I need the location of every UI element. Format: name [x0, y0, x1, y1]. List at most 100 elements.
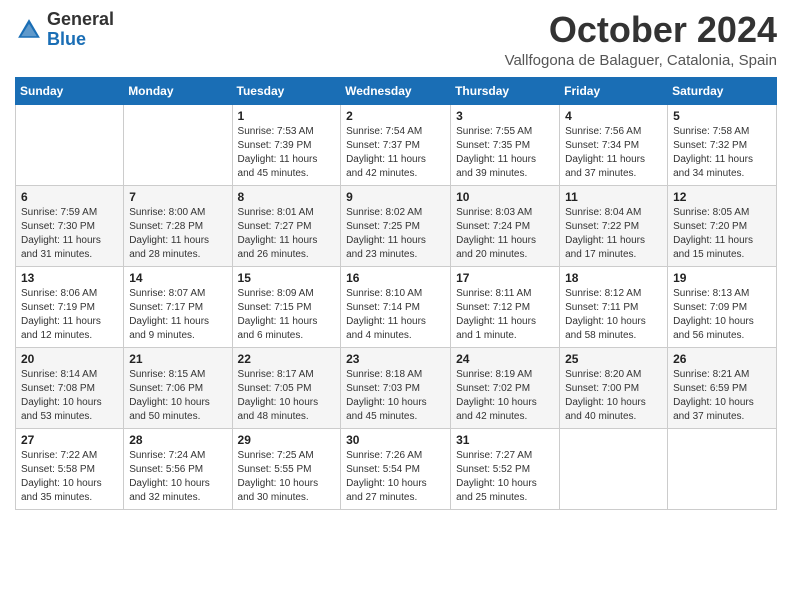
table-row: 29 Sunrise: 7:25 AMSunset: 5:55 PMDayligh…: [232, 428, 341, 509]
col-thursday: Thursday: [451, 77, 560, 104]
table-row: 30Sunrise: 7:26 AMSunset: 5:54 PMDayligh…: [341, 428, 451, 509]
table-row: 3 Sunrise: 7:55 AMSunset: 7:35 PMDaylight…: [451, 104, 560, 185]
day-info: Sunrise: 8:02 AMSunset: 7:25 PMDaylight:…: [346, 206, 445, 262]
day-info: Sunrise: 8:20 AMSunset: 7:00 PMDaylight:…: [565, 368, 662, 424]
day-number: 22: [238, 352, 336, 366]
day-info: Sunrise: 7:53 AMSunset: 7:39 PMDaylight:…: [238, 125, 336, 181]
col-wednesday: Wednesday: [341, 77, 451, 104]
col-friday: Friday: [560, 77, 668, 104]
calendar-table: Sunday Monday Tuesday Wednesday Thursday…: [15, 77, 777, 510]
day-info: Sunrise: 7:25 AMSunset: 5:55 PMDaylight:…: [238, 449, 336, 505]
day-info: Sunrise: 7:22 AMSunset: 5:58 PMDaylight:…: [21, 449, 118, 505]
table-row: 12Sunrise: 8:05 AMSunset: 7:20 PMDayligh…: [668, 185, 777, 266]
calendar-week-1: 1Sunrise: 7:53 AMSunset: 7:39 PMDaylight…: [16, 104, 777, 185]
table-row: 5 Sunrise: 7:58 AMSunset: 7:32 PMDaylight…: [668, 104, 777, 185]
table-row: 27 Sunrise: 7:22 AMSunset: 5:58 PMDayligh…: [16, 428, 124, 509]
day-number: 12: [673, 190, 771, 204]
day-info: Sunrise: 8:13 AMSunset: 7:09 PMDaylight:…: [673, 287, 771, 343]
day-number: 21: [129, 352, 226, 366]
day-number: 3: [456, 109, 554, 123]
day-number: 10: [456, 190, 554, 204]
table-row: 20 Sunrise: 8:14 AMSunset: 7:08 PMDayligh…: [16, 347, 124, 428]
table-row: 16 Sunrise: 8:10 AMSunset: 7:14 PMDayligh…: [341, 266, 451, 347]
table-row: 1Sunrise: 7:53 AMSunset: 7:39 PMDaylight…: [232, 104, 341, 185]
table-row: 14Sunrise: 8:07 AMSunset: 7:17 PMDayligh…: [124, 266, 232, 347]
calendar-header-row: Sunday Monday Tuesday Wednesday Thursday…: [16, 77, 777, 104]
day-number: 19: [673, 271, 771, 285]
day-number: 7: [129, 190, 226, 204]
day-info: Sunrise: 7:24 AMSunset: 5:56 PMDaylight:…: [129, 449, 226, 505]
calendar-week-5: 27 Sunrise: 7:22 AMSunset: 5:58 PMDayligh…: [16, 428, 777, 509]
day-number: 31: [456, 433, 554, 447]
day-info: Sunrise: 8:03 AMSunset: 7:24 PMDaylight:…: [456, 206, 554, 262]
day-info: Sunrise: 7:56 AMSunset: 7:34 PMDaylight:…: [565, 125, 662, 181]
table-row: 18Sunrise: 8:12 AMSunset: 7:11 PMDayligh…: [560, 266, 668, 347]
day-number: 18: [565, 271, 662, 285]
table-row: 31Sunrise: 7:27 AMSunset: 5:52 PMDayligh…: [451, 428, 560, 509]
table-row: 22 Sunrise: 8:17 AMSunset: 7:05 PMDayligh…: [232, 347, 341, 428]
col-sunday: Sunday: [16, 77, 124, 104]
table-row: [668, 428, 777, 509]
day-info: Sunrise: 8:14 AMSunset: 7:08 PMDaylight:…: [21, 368, 118, 424]
table-row: 23 Sunrise: 8:18 AMSunset: 7:03 PMDayligh…: [341, 347, 451, 428]
day-info: Sunrise: 8:11 AMSunset: 7:12 PMDaylight:…: [456, 287, 554, 343]
day-number: 5: [673, 109, 771, 123]
day-info: Sunrise: 8:01 AMSunset: 7:27 PMDaylight:…: [238, 206, 336, 262]
table-row: 4 Sunrise: 7:56 AMSunset: 7:34 PMDaylight…: [560, 104, 668, 185]
table-row: 15 Sunrise: 8:09 AMSunset: 7:15 PMDayligh…: [232, 266, 341, 347]
day-number: 23: [346, 352, 445, 366]
day-info: Sunrise: 8:07 AMSunset: 7:17 PMDaylight:…: [129, 287, 226, 343]
col-monday: Monday: [124, 77, 232, 104]
table-row: [124, 104, 232, 185]
table-row: 10 Sunrise: 8:03 AMSunset: 7:24 PMDayligh…: [451, 185, 560, 266]
day-number: 28: [129, 433, 226, 447]
table-row: 24 Sunrise: 8:19 AMSunset: 7:02 PMDayligh…: [451, 347, 560, 428]
table-row: [560, 428, 668, 509]
logo: General Blue: [15, 10, 114, 50]
day-number: 24: [456, 352, 554, 366]
day-number: 25: [565, 352, 662, 366]
table-row: 11 Sunrise: 8:04 AMSunset: 7:22 PMDayligh…: [560, 185, 668, 266]
month-title: October 2024: [505, 10, 777, 50]
day-info: Sunrise: 8:19 AMSunset: 7:02 PMDaylight:…: [456, 368, 554, 424]
day-number: 27: [21, 433, 118, 447]
day-number: 13: [21, 271, 118, 285]
day-info: Sunrise: 8:09 AMSunset: 7:15 PMDaylight:…: [238, 287, 336, 343]
day-number: 4: [565, 109, 662, 123]
day-info: Sunrise: 7:58 AMSunset: 7:32 PMDaylight:…: [673, 125, 771, 181]
logo-icon: [15, 16, 43, 44]
col-tuesday: Tuesday: [232, 77, 341, 104]
table-row: 13 Sunrise: 8:06 AMSunset: 7:19 PMDayligh…: [16, 266, 124, 347]
table-row: 28 Sunrise: 7:24 AMSunset: 5:56 PMDayligh…: [124, 428, 232, 509]
calendar-week-2: 6Sunrise: 7:59 AMSunset: 7:30 PMDaylight…: [16, 185, 777, 266]
table-row: 8 Sunrise: 8:01 AMSunset: 7:27 PMDaylight…: [232, 185, 341, 266]
logo-text: General Blue: [47, 10, 114, 50]
day-info: Sunrise: 7:26 AMSunset: 5:54 PMDaylight:…: [346, 449, 445, 505]
day-info: Sunrise: 8:10 AMSunset: 7:14 PMDaylight:…: [346, 287, 445, 343]
table-row: 21 Sunrise: 8:15 AMSunset: 7:06 PMDayligh…: [124, 347, 232, 428]
day-info: Sunrise: 8:04 AMSunset: 7:22 PMDaylight:…: [565, 206, 662, 262]
day-number: 17: [456, 271, 554, 285]
title-section: October 2024 Vallfogona de Balaguer, Cat…: [505, 10, 777, 69]
day-number: 2: [346, 109, 445, 123]
day-number: 11: [565, 190, 662, 204]
day-number: 15: [238, 271, 336, 285]
day-number: 29: [238, 433, 336, 447]
day-info: Sunrise: 8:15 AMSunset: 7:06 PMDaylight:…: [129, 368, 226, 424]
calendar-week-3: 13 Sunrise: 8:06 AMSunset: 7:19 PMDayligh…: [16, 266, 777, 347]
day-info: Sunrise: 7:55 AMSunset: 7:35 PMDaylight:…: [456, 125, 554, 181]
table-row: 7 Sunrise: 8:00 AMSunset: 7:28 PMDaylight…: [124, 185, 232, 266]
day-info: Sunrise: 8:06 AMSunset: 7:19 PMDaylight:…: [21, 287, 118, 343]
calendar-week-4: 20 Sunrise: 8:14 AMSunset: 7:08 PMDayligh…: [16, 347, 777, 428]
day-info: Sunrise: 8:17 AMSunset: 7:05 PMDaylight:…: [238, 368, 336, 424]
table-row: 9Sunrise: 8:02 AMSunset: 7:25 PMDaylight…: [341, 185, 451, 266]
day-number: 26: [673, 352, 771, 366]
day-info: Sunrise: 8:18 AMSunset: 7:03 PMDaylight:…: [346, 368, 445, 424]
day-number: 8: [238, 190, 336, 204]
table-row: 2Sunrise: 7:54 AMSunset: 7:37 PMDaylight…: [341, 104, 451, 185]
day-number: 16: [346, 271, 445, 285]
day-number: 20: [21, 352, 118, 366]
table-row: 26Sunrise: 8:21 AMSunset: 6:59 PMDayligh…: [668, 347, 777, 428]
day-info: Sunrise: 8:00 AMSunset: 7:28 PMDaylight:…: [129, 206, 226, 262]
table-row: 17 Sunrise: 8:11 AMSunset: 7:12 PMDayligh…: [451, 266, 560, 347]
